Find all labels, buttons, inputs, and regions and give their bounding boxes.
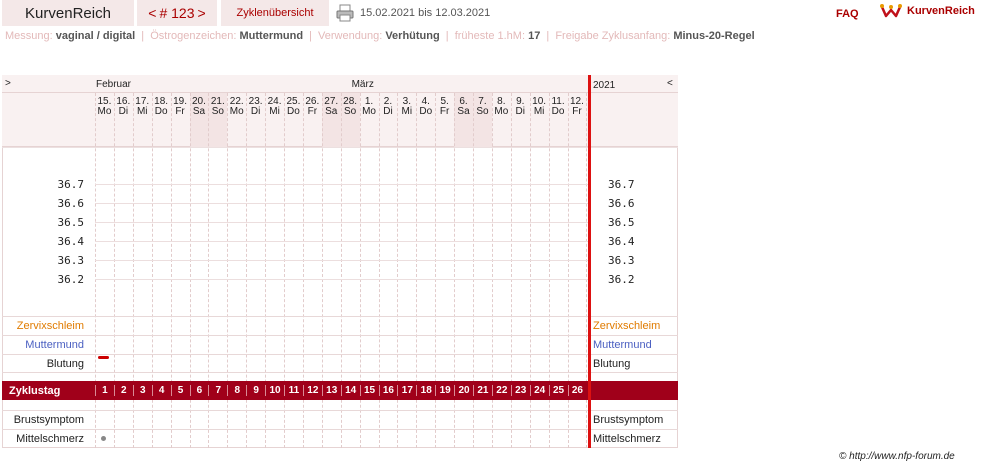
day-weekday: Di bbox=[250, 106, 261, 117]
temp-label-right: 36.6 bbox=[608, 197, 635, 210]
cycle-day-number: 17 bbox=[397, 385, 416, 396]
day-weekday: Di bbox=[383, 106, 393, 117]
cycle-day-number: 22 bbox=[491, 385, 511, 396]
copyright-text: © http://www.nfp-forum.de bbox=[839, 451, 955, 462]
cycle-day-number: 7 bbox=[208, 385, 227, 396]
day-weekday: Mo bbox=[494, 106, 509, 117]
day-weekday: Fr bbox=[175, 106, 185, 117]
temp-label-left: 36.2 bbox=[57, 273, 85, 286]
temp-gridline bbox=[95, 184, 588, 185]
day-weekday: Do bbox=[551, 106, 565, 117]
cycle-day-number: 24 bbox=[529, 385, 549, 396]
cycle-day-number: 16 bbox=[378, 385, 398, 396]
day-weekday: Mi bbox=[269, 106, 280, 117]
row-divider bbox=[2, 372, 678, 373]
cycle-day-number: 13 bbox=[321, 385, 341, 396]
cycle-day-number: 23 bbox=[510, 385, 530, 396]
cycle-day-number: 9 bbox=[246, 385, 265, 396]
day-weekday: Di bbox=[515, 106, 525, 117]
current-day-line bbox=[588, 75, 591, 448]
day-weekday: Fr bbox=[572, 106, 582, 117]
row-label-mittelschmerz-right: Mittelschmerz bbox=[593, 433, 661, 445]
temp-gridline bbox=[95, 203, 588, 204]
temp-label-right: 36.7 bbox=[608, 178, 635, 191]
cycle-day-number: 6 bbox=[189, 385, 209, 396]
day-weekday: Fr bbox=[307, 106, 318, 117]
cycle-day-number: 1 bbox=[95, 385, 114, 396]
day-weekday: Mo bbox=[362, 106, 376, 117]
cycle-day-number: 19 bbox=[435, 385, 454, 396]
cycle-day-number: 21 bbox=[473, 385, 492, 396]
day-weekday: So bbox=[344, 106, 357, 117]
cycle-day-number: 4 bbox=[151, 385, 171, 396]
temp-gridline bbox=[95, 241, 588, 242]
cycle-day-number: 11 bbox=[284, 385, 303, 396]
day-weekday: Do bbox=[287, 106, 300, 117]
row-label-muttermund[interactable]: Muttermund bbox=[2, 339, 84, 351]
cycle-day-number: 20 bbox=[454, 385, 473, 396]
day-weekday: Sa bbox=[457, 106, 470, 117]
row-divider bbox=[2, 354, 678, 355]
cycle-day-number: 14 bbox=[340, 385, 360, 396]
cycle-day-number: 8 bbox=[227, 385, 246, 396]
temp-label-right: 36.5 bbox=[608, 216, 635, 229]
temp-label-left: 36.7 bbox=[57, 178, 85, 191]
temp-gridline bbox=[95, 222, 588, 223]
temp-label-left: 36.4 bbox=[57, 235, 85, 248]
bleeding-mark[interactable] bbox=[98, 356, 109, 359]
row-label-muttermund-right: Muttermund bbox=[593, 339, 652, 351]
row-divider bbox=[2, 316, 678, 317]
year-label: 2021 bbox=[593, 80, 616, 91]
day-weekday: So bbox=[476, 106, 489, 117]
cycle-day-number: 5 bbox=[170, 385, 190, 396]
day-weekday: Mo bbox=[97, 106, 112, 117]
row-divider bbox=[2, 429, 678, 430]
cycle-day-number: 10 bbox=[265, 385, 284, 396]
cycle-day-number: 12 bbox=[302, 385, 322, 396]
day-weekday: Mi bbox=[401, 106, 413, 117]
day-weekday: Di bbox=[118, 106, 129, 117]
cycle-chart: 15. Mo 16. Di 17. Mi 18. Do 19. Fr 20. Sa 21. So 22. Mo… bbox=[0, 0, 981, 468]
row-label-blutung[interactable]: Blutung bbox=[2, 358, 84, 370]
cycle-day-label: Zyklustag bbox=[9, 385, 61, 397]
day-weekday: Mi bbox=[136, 106, 148, 117]
day-weekday: Mi bbox=[533, 106, 545, 117]
temp-label-left: 36.6 bbox=[57, 197, 85, 210]
row-divider bbox=[2, 410, 678, 411]
temp-label-right: 36.2 bbox=[608, 273, 635, 286]
cycle-day-number: 2 bbox=[113, 385, 133, 396]
day-weekday: Sa bbox=[325, 106, 338, 117]
expand-right-toggle[interactable]: < bbox=[667, 78, 673, 89]
temp-label-right: 36.4 bbox=[608, 235, 635, 248]
row-label-zervix[interactable]: Zervixschleim bbox=[2, 320, 84, 332]
cycle-day-number: 3 bbox=[132, 385, 152, 396]
cycle-day-number: 26 bbox=[567, 385, 587, 396]
cycle-day-number: 18 bbox=[416, 385, 435, 396]
expand-left-toggle[interactable]: > bbox=[5, 78, 11, 89]
day-weekday: Do bbox=[154, 106, 168, 117]
day-weekday: Do bbox=[419, 106, 433, 117]
temp-gridline bbox=[95, 279, 588, 280]
row-label-mittelschmerz[interactable]: Mittelschmerz bbox=[2, 433, 84, 445]
temp-label-left: 36.3 bbox=[57, 254, 85, 267]
day-weekday: Fr bbox=[439, 106, 450, 117]
temp-label-left: 36.5 bbox=[57, 216, 85, 229]
day-weekday: Sa bbox=[192, 106, 206, 117]
cycle-day-number: 15 bbox=[359, 385, 379, 396]
day-weekday: So bbox=[211, 106, 224, 117]
temp-label-right: 36.3 bbox=[608, 254, 635, 267]
row-label-blutung-right: Blutung bbox=[593, 358, 631, 370]
row-divider bbox=[2, 335, 678, 336]
month-label-feb: Februar bbox=[96, 79, 132, 90]
row-label-brustsymptom-right: Brustsymptom bbox=[593, 414, 664, 426]
row-label-zervix-right: Zervixschleim bbox=[593, 320, 661, 332]
temp-gridline bbox=[95, 260, 588, 261]
day-weekday: Mo bbox=[229, 106, 244, 117]
month-label-mar: März bbox=[351, 79, 374, 90]
temp-top-line bbox=[2, 147, 678, 148]
row-label-brustsymptom[interactable]: Brustsymptom bbox=[2, 414, 84, 426]
mittelschmerz-mark[interactable] bbox=[101, 436, 106, 441]
cycle-day-number: 25 bbox=[548, 385, 568, 396]
